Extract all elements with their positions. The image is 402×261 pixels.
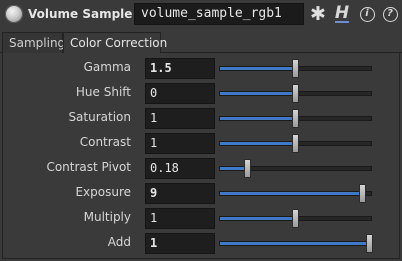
slider-fill [220, 192, 365, 195]
help-icon[interactable]: ? [380, 4, 400, 24]
param-row-add: Add 1 [3, 232, 399, 254]
param-label-gamma: Gamma [83, 60, 131, 74]
param-field-add[interactable]: 1 [145, 233, 215, 254]
slider-handle[interactable] [292, 84, 299, 103]
param-field-hue-shift[interactable]: 0 [145, 83, 215, 104]
param-row-multiply: Multiply 1 [3, 207, 399, 229]
tab-color-correction[interactable]: Color Correction [63, 32, 167, 53]
node-name-field[interactable]: volume_sample_rgb1 [134, 3, 304, 25]
slider-handle[interactable] [292, 134, 299, 153]
param-slider-contrast[interactable] [219, 134, 372, 153]
houdini-help-icon[interactable]: H [332, 4, 352, 24]
param-row-hue-shift: Hue Shift 0 [3, 82, 399, 104]
color-correction-panel: Gamma 1.5 Hue Shift 0 Saturation 1 Contrast 1 Co… [2, 53, 400, 259]
param-slider-exposure[interactable] [219, 184, 372, 203]
param-label-add: Add [107, 235, 131, 249]
param-label-saturation: Saturation [68, 110, 131, 124]
param-row-contrast-pivot: Contrast Pivot 0.18 [3, 157, 399, 179]
param-label-contrast: Contrast [79, 135, 131, 149]
slider-fill [220, 217, 297, 220]
param-slider-saturation[interactable] [219, 109, 372, 128]
tab-sampling[interactable]: Sampling [2, 32, 65, 53]
param-label-multiply: Multiply [83, 210, 131, 224]
slider-handle[interactable] [292, 59, 299, 78]
param-field-saturation[interactable]: 1 [145, 108, 215, 129]
sphere-node-icon [5, 5, 23, 23]
param-field-multiply[interactable]: 1 [145, 208, 215, 229]
param-slider-contrast-pivot[interactable] [219, 159, 372, 178]
slider-handle[interactable] [292, 209, 299, 228]
param-field-contrast[interactable]: 1 [145, 133, 215, 154]
param-row-exposure: Exposure 9 [3, 182, 399, 204]
param-slider-gamma[interactable] [219, 59, 372, 78]
tab-bar: Sampling Color Correction [0, 30, 402, 53]
param-slider-add[interactable] [219, 234, 373, 253]
gear-icon[interactable]: ✱ [308, 3, 328, 25]
slider-handle[interactable] [244, 159, 251, 178]
param-slider-hue-shift[interactable] [219, 84, 372, 103]
parameter-header: Volume Sample RGB volume_sample_rgb1 ✱ H… [0, 0, 402, 30]
param-slider-multiply[interactable] [219, 209, 372, 228]
slider-handle[interactable] [359, 184, 366, 203]
param-row-saturation: Saturation 1 [3, 107, 399, 129]
slider-fill [220, 67, 297, 70]
slider-fill [220, 242, 373, 245]
slider-handle[interactable] [292, 109, 299, 128]
slider-fill [220, 117, 297, 120]
info-icon[interactable]: i [357, 4, 377, 24]
param-label-hue-shift: Hue Shift [75, 85, 131, 99]
param-field-exposure[interactable]: 9 [145, 183, 215, 204]
param-row-gamma: Gamma 1.5 [3, 57, 399, 79]
slider-handle[interactable] [366, 234, 373, 253]
param-field-contrast-pivot[interactable]: 0.18 [145, 158, 215, 179]
param-label-exposure: Exposure [75, 185, 131, 199]
slider-fill [220, 92, 297, 95]
slider-fill [220, 142, 297, 145]
param-field-gamma[interactable]: 1.5 [145, 58, 215, 79]
param-row-contrast: Contrast 1 [3, 132, 399, 154]
param-label-contrast-pivot: Contrast Pivot [46, 160, 131, 174]
